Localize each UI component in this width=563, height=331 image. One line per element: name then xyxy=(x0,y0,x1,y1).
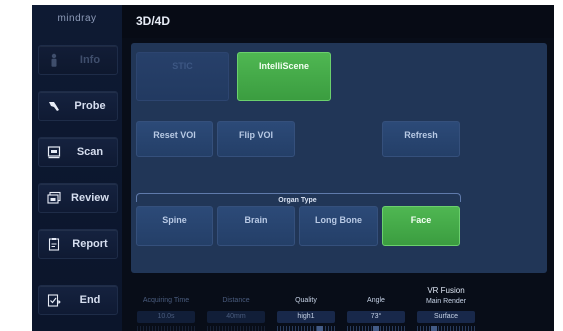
quality-caption: Quality xyxy=(295,297,317,304)
angle-control[interactable]: Angle 73° xyxy=(341,277,411,331)
distance-scale xyxy=(207,326,265,331)
angle-value: 73° xyxy=(347,311,405,323)
distance-caption: Distance xyxy=(222,297,250,304)
sidebar-item-label: Review xyxy=(71,192,109,204)
quality-scale xyxy=(277,326,335,331)
parameter-bar: Acquiring Time 10.0s Distance 40mm Quali… xyxy=(131,277,554,331)
sidebar-item-label: Scan xyxy=(76,146,104,158)
quality-value: high1 xyxy=(277,311,335,323)
organ-option-spine[interactable]: Spine xyxy=(136,206,213,246)
vr-fusion-title: VR Fusion xyxy=(427,286,465,295)
header-bar: 3D/4D xyxy=(122,5,554,38)
angle-caption: Angle xyxy=(367,297,385,304)
sidebar-item-label: Info xyxy=(79,54,101,66)
sidebar-item-label: Probe xyxy=(74,100,106,112)
sidebar-item-label: Report xyxy=(72,238,108,250)
sidebar-item-probe[interactable]: Probe xyxy=(38,91,118,121)
vr-fusion-caption: Main Render xyxy=(425,298,467,305)
sidebar-item-scan[interactable]: Scan xyxy=(38,137,118,167)
scan-icon xyxy=(39,145,69,159)
sidebar: mindray Info Probe Scan Review Report En… xyxy=(32,5,122,331)
sidebar-item-review[interactable]: Review xyxy=(38,183,118,213)
organ-option-brain[interactable]: Brain xyxy=(217,206,295,246)
vr-fusion-control[interactable]: VR Fusion Main Render Surface xyxy=(411,277,481,331)
quality-control[interactable]: Quality high1 xyxy=(271,277,341,331)
angle-scale xyxy=(347,326,405,331)
intelliscene-button[interactable]: IntelliScene xyxy=(237,52,331,101)
acquiring-time-caption: Acquiring Time xyxy=(142,297,190,304)
distance-control: Distance 40mm xyxy=(201,277,271,331)
touch-panel: STIC IntelliScene Reset VOI Flip VOI Ref… xyxy=(131,43,547,273)
organ-type-label: Organ Type xyxy=(131,189,464,207)
review-icon xyxy=(39,191,69,205)
acquiring-time-value: 10.0s xyxy=(137,311,195,323)
brand-logo: mindray xyxy=(57,13,97,24)
flip-voi-button[interactable]: Flip VOI xyxy=(217,121,295,157)
sidebar-item-label: End xyxy=(79,294,101,306)
end-exam-icon xyxy=(39,293,69,307)
vr-fusion-value: Surface xyxy=(417,311,475,323)
sidebar-item-end[interactable]: End xyxy=(38,285,118,315)
refresh-button[interactable]: Refresh xyxy=(382,121,460,157)
probe-icon xyxy=(39,99,69,113)
stic-button: STIC xyxy=(136,52,229,101)
organ-option-long-bone[interactable]: Long Bone xyxy=(299,206,378,246)
ultrasound-screen: mindray Info Probe Scan Review Report En… xyxy=(32,5,554,331)
distance-value: 40mm xyxy=(207,311,265,323)
acquiring-time-control: Acquiring Time 10.0s xyxy=(131,277,201,331)
page-title: 3D/4D xyxy=(136,14,171,28)
sidebar-item-info: Info xyxy=(38,45,118,75)
report-icon xyxy=(39,237,69,251)
sidebar-item-report[interactable]: Report xyxy=(38,229,118,259)
reset-voi-button[interactable]: Reset VOI xyxy=(136,121,213,157)
organ-option-face[interactable]: Face xyxy=(382,206,460,246)
vr-fusion-scale xyxy=(417,326,475,331)
person-icon xyxy=(39,53,69,67)
acquiring-time-scale xyxy=(137,326,195,331)
